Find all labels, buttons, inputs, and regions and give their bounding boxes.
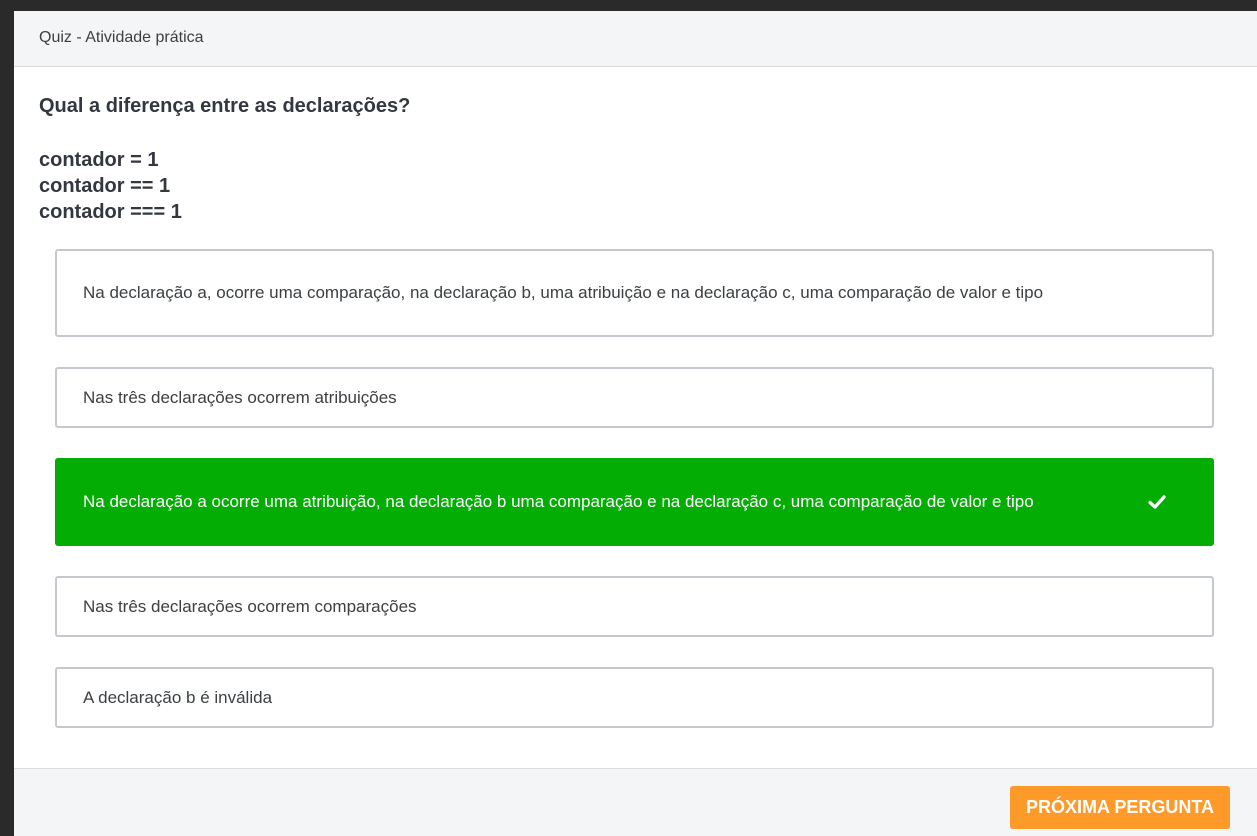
quiz-modal: Quiz - Atividade prática Qual a diferenç… <box>14 11 1257 836</box>
answer-option-label: A declaração b é inválida <box>83 687 273 707</box>
question-text: Qual a diferença entre as declarações? <box>39 95 411 117</box>
check-icon <box>1148 495 1166 509</box>
answer-option-2[interactable]: Nas três declarações ocorrem atribuições <box>55 367 1214 428</box>
answer-option-label: Nas três declarações ocorrem comparações <box>83 596 417 616</box>
next-question-button[interactable]: PRÓXIMA PERGUNTA <box>1009 786 1230 829</box>
code-line: contador === 1 <box>39 201 182 223</box>
code-line: contador = 1 <box>39 149 159 171</box>
question-code-block: contador = 1 contador == 1 contador === … <box>39 147 182 225</box>
answer-option-label: Na declaração a ocorre uma atribuição, n… <box>83 492 1034 511</box>
modal-header: Quiz - Atividade prática <box>14 11 1257 67</box>
code-line: contador == 1 <box>39 175 171 197</box>
answer-option-3-correct[interactable]: Na declaração a ocorre uma atribuição, n… <box>55 458 1214 546</box>
answer-option-4[interactable]: Nas três declarações ocorrem comparações <box>55 576 1214 637</box>
answer-option-5[interactable]: A declaração b é inválida <box>55 667 1214 728</box>
answer-option-label: Na declaração a, ocorre uma comparação, … <box>83 283 1044 302</box>
answer-option-label: Nas três declarações ocorrem atribuições <box>83 387 397 407</box>
answer-option-1[interactable]: Na declaração a, ocorre uma comparação, … <box>55 249 1214 337</box>
modal-title: Quiz - Atividade prática <box>39 29 204 46</box>
modal-footer: PRÓXIMA PERGUNTA <box>14 768 1257 836</box>
